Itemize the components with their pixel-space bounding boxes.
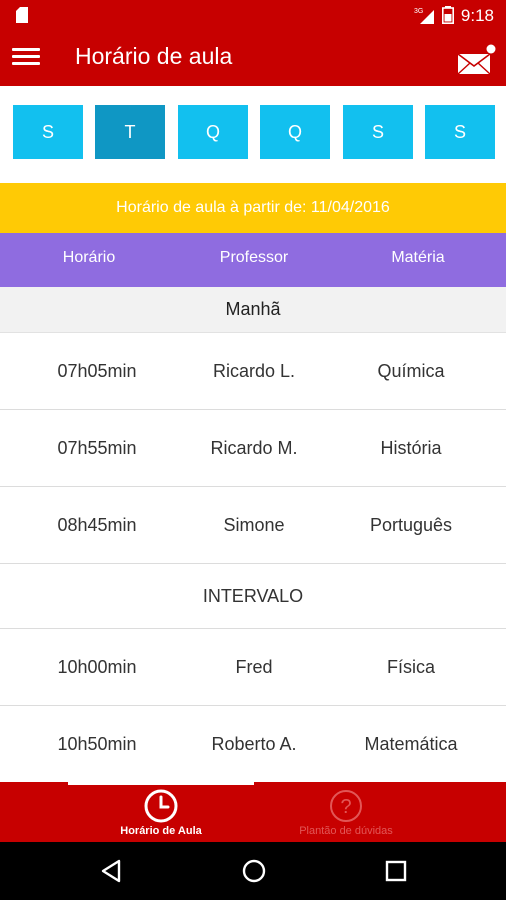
- day-button-4[interactable]: Q: [260, 105, 330, 159]
- cell-time: 07h55min: [57, 438, 137, 458]
- tab-label: Plantão de dúvidas: [299, 825, 393, 837]
- system-navigation-bar: [0, 842, 506, 900]
- cell-time: 08h45min: [57, 515, 137, 535]
- clock-icon: [144, 789, 178, 823]
- day-button-3[interactable]: Q: [178, 105, 248, 159]
- table-row[interactable]: 10h00min Fred Física: [0, 629, 506, 706]
- status-bar: 3G 9:18: [0, 0, 506, 30]
- status-time: 9:18: [460, 6, 494, 25]
- table-row[interactable]: 08h45min Simone Português: [0, 487, 506, 564]
- cell-subject: Português: [369, 515, 453, 535]
- day-button-6[interactable]: S: [425, 105, 495, 159]
- cell-teacher: Ricardo L.: [212, 361, 296, 381]
- table-row[interactable]: 07h55min Ricardo M. História: [0, 410, 506, 487]
- day-selector: S T Q Q S S: [0, 86, 506, 182]
- cell-time: 10h00min: [57, 657, 137, 677]
- table-row[interactable]: 07h05min Ricardo L. Química: [0, 333, 506, 410]
- cell-subject: Química: [377, 361, 445, 381]
- cell-subject: História: [380, 438, 442, 458]
- day-button-1[interactable]: S: [13, 105, 83, 159]
- svg-text:?: ?: [340, 796, 351, 818]
- back-icon[interactable]: [99, 858, 125, 884]
- column-header-time: Horário: [62, 249, 116, 266]
- tab-horario-de-aula[interactable]: Horário de Aula: [76, 782, 246, 842]
- page-title: Horário de aula: [75, 43, 233, 69]
- svg-text:3G: 3G: [414, 8, 423, 15]
- cell-time: 10h50min: [57, 734, 137, 754]
- section-header: Manhã: [0, 287, 506, 333]
- column-header-subject: Matéria: [391, 249, 445, 266]
- cell-teacher: Fred: [235, 657, 273, 677]
- schedule-list[interactable]: Manhã 07h05min Ricardo L. Química 07h55m…: [0, 287, 506, 782]
- recent-apps-icon[interactable]: [383, 858, 409, 884]
- menu-icon[interactable]: [12, 44, 40, 68]
- cell-subject: Física: [386, 657, 436, 677]
- battery-icon: [442, 6, 454, 24]
- question-icon: ?: [330, 790, 362, 822]
- schedule-date-banner: Horário de aula à partir de: 11/04/2016: [0, 183, 506, 233]
- column-header-teacher: Professor: [219, 249, 289, 266]
- cell-subject: Matemática: [364, 734, 458, 754]
- table-row[interactable]: 10h50min Roberto A. Matemática: [0, 706, 506, 782]
- day-button-2[interactable]: T: [95, 105, 165, 159]
- table-header: Horário Professor Matéria: [0, 233, 506, 287]
- bottom-navigation: Horário de Aula ? Plantão de dúvidas: [0, 782, 506, 842]
- home-icon[interactable]: [241, 858, 267, 884]
- break-row: INTERVALO: [0, 564, 506, 629]
- cell-teacher: Roberto A.: [211, 734, 297, 754]
- cell-time: 07h05min: [57, 361, 137, 381]
- app-bar: Horário de aula: [0, 30, 506, 86]
- tab-label: Horário de Aula: [120, 825, 202, 837]
- cell-teacher: Ricardo M.: [210, 438, 298, 458]
- cell-teacher: Simone: [223, 515, 285, 535]
- sim-card-icon: [16, 7, 28, 23]
- day-button-5[interactable]: S: [343, 105, 413, 159]
- signal-icon: 3G: [414, 8, 434, 24]
- tab-plantao-de-duvidas[interactable]: ? Plantão de dúvidas: [261, 782, 431, 842]
- mail-icon[interactable]: [456, 44, 496, 76]
